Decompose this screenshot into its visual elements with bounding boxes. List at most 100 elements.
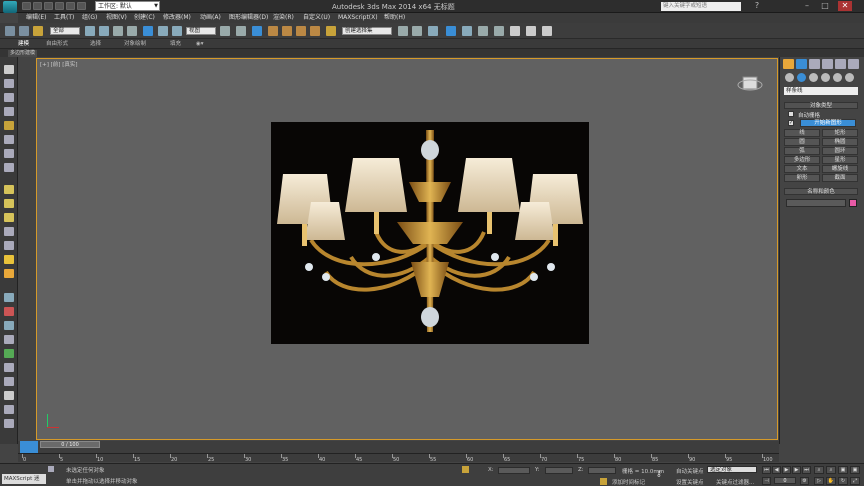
curve-editor-icon[interactable] <box>478 26 488 36</box>
select-by-name-icon[interactable] <box>99 26 109 36</box>
bind-space-warp-icon[interactable] <box>33 26 43 36</box>
tab-populate[interactable]: 填充 <box>170 39 181 49</box>
key-mode-dropdown[interactable]: 选定对象 <box>707 466 757 473</box>
y-coordinate-field[interactable] <box>545 467 573 474</box>
redo-icon[interactable] <box>66 2 75 10</box>
compound-icon[interactable] <box>4 377 14 386</box>
arc-button[interactable]: 弧 <box>784 147 820 155</box>
shapes-icon[interactable] <box>797 73 806 82</box>
rectangle-button[interactable]: 矩形 <box>822 129 858 137</box>
snaps-toggle-icon[interactable] <box>268 26 278 36</box>
scene-explorer-icon[interactable] <box>428 26 438 36</box>
modify-tab-icon[interactable] <box>796 59 807 69</box>
track-bar[interactable]: 0 5 10 15 20 25 30 35 40 45 50 55 60 65 70 75 80 85 90 95 10… <box>18 453 779 463</box>
next-frame-icon[interactable]: ▶ <box>792 466 801 474</box>
sun-icon[interactable] <box>4 269 14 278</box>
select-object-icon[interactable] <box>85 26 95 36</box>
ribbon-options-icon[interactable]: ◉▾ <box>196 39 204 49</box>
new-file-icon[interactable] <box>22 2 31 10</box>
z-coordinate-field[interactable] <box>588 467 616 474</box>
pyramid-icon[interactable] <box>4 199 14 208</box>
maximize-viewport-icon[interactable]: ⤢ <box>850 477 860 485</box>
play-icon[interactable]: ▶ <box>782 466 791 474</box>
key-mode-toggle-icon[interactable]: ⊣ <box>762 477 771 485</box>
sphere-gizmo-icon[interactable] <box>4 391 14 400</box>
text-button[interactable]: 文本 <box>784 165 820 173</box>
menu-create[interactable]: 创建(C) <box>134 13 155 23</box>
tube-icon[interactable] <box>4 163 14 172</box>
cone-icon[interactable] <box>4 135 14 144</box>
auto-grid-checkbox[interactable] <box>788 111 794 117</box>
utilities-tab-icon[interactable] <box>848 59 859 69</box>
geosphere-icon[interactable] <box>4 149 14 158</box>
keyboard-shortcut-override-icon[interactable] <box>252 26 262 36</box>
layer-manager-icon[interactable] <box>446 26 456 36</box>
menu-maxscript[interactable]: MAXScript(X) <box>338 13 378 23</box>
field-of-view-icon[interactable]: ▷ <box>814 477 824 485</box>
rectangular-selection-icon[interactable] <box>113 26 123 36</box>
select-scale-icon[interactable] <box>172 26 182 36</box>
angle-snap-icon[interactable] <box>282 26 292 36</box>
render-icon[interactable] <box>542 26 552 36</box>
timeline[interactable]: 0 / 100 <box>18 441 779 453</box>
zoom-extents-icon[interactable]: ▣ <box>838 466 848 474</box>
create-tab-icon[interactable] <box>783 59 794 69</box>
capsule-icon[interactable] <box>4 227 14 236</box>
light-icon[interactable] <box>4 255 14 264</box>
foliage-icon[interactable] <box>4 349 14 358</box>
menu-help[interactable]: 帮助(H) <box>384 13 405 23</box>
menu-tools[interactable]: 工具(T) <box>54 13 74 23</box>
search-input[interactable]: 键入关键字或短语 <box>661 2 741 11</box>
teapot-icon[interactable] <box>4 65 14 74</box>
key-icon[interactable]: ⚷ <box>656 470 668 478</box>
ellipse-button[interactable]: 椭圆 <box>822 138 858 146</box>
motion-tab-icon[interactable] <box>822 59 833 69</box>
ngon-button[interactable]: 多边形 <box>784 156 820 164</box>
menu-views[interactable]: 视图(V) <box>106 13 127 23</box>
section-button[interactable]: 截面 <box>822 174 858 182</box>
link-icon[interactable] <box>5 26 15 36</box>
viewport-label[interactable]: [+] [前] [真实] <box>40 60 77 68</box>
helper-icon[interactable] <box>4 307 14 316</box>
select-move-icon[interactable] <box>143 26 153 36</box>
minimize-button[interactable]: – <box>800 1 814 11</box>
hierarchy-tab-icon[interactable] <box>809 59 820 69</box>
tab-modeling[interactable]: 建模 <box>18 39 29 49</box>
menu-graph-editors[interactable]: 图形编辑器(D) <box>229 13 268 23</box>
menu-animation[interactable]: 动画(A) <box>200 13 221 23</box>
key-filters-button[interactable]: 关键点过滤器... <box>716 478 754 486</box>
menu-modifiers[interactable]: 修改器(M) <box>163 13 191 23</box>
circle-button[interactable]: 圆 <box>784 138 820 146</box>
spinner-snap-icon[interactable] <box>310 26 320 36</box>
tab-polygon-modeling[interactable]: 多边形建模 <box>8 50 38 57</box>
maxscript-listener[interactable]: MAXScript 迷 <box>2 474 46 484</box>
mirror-icon[interactable] <box>398 26 408 36</box>
hedra-icon[interactable] <box>4 213 14 222</box>
open-file-icon[interactable] <box>33 2 42 10</box>
space-warp-icon[interactable] <box>4 321 14 330</box>
display-tab-icon[interactable] <box>835 59 846 69</box>
menu-edit[interactable]: 编辑(E) <box>26 13 46 23</box>
add-time-tag[interactable]: 添加时间标记 <box>612 478 645 486</box>
maximize-button[interactable]: □ <box>818 1 832 11</box>
window-crossing-icon[interactable] <box>127 26 137 36</box>
help-icon[interactable]: ? <box>750 1 764 11</box>
viewport-front[interactable]: [+] [前] [真实] <box>36 58 778 440</box>
tab-object-paint[interactable]: 对象绘制 <box>124 39 146 49</box>
camera-icon[interactable] <box>4 293 14 302</box>
star-button[interactable]: 星形 <box>822 156 858 164</box>
spacewarps-icon[interactable] <box>845 73 854 82</box>
close-button[interactable]: ✕ <box>838 1 852 11</box>
zoom-icon[interactable]: ⌕ <box>814 466 824 474</box>
shape-category-dropdown[interactable]: 样条线 <box>784 87 858 95</box>
donut-button[interactable]: 圆环 <box>822 147 858 155</box>
auto-key-button[interactable]: 自动关键点 <box>676 467 704 475</box>
start-new-shape-button[interactable]: 开始新图形 <box>800 119 856 127</box>
lights-icon[interactable] <box>809 73 818 82</box>
cloth-icon[interactable] <box>4 419 14 428</box>
x-coordinate-field[interactable] <box>498 467 530 474</box>
box-icon[interactable] <box>4 79 14 88</box>
tab-freeform[interactable]: 自由形式 <box>46 39 68 49</box>
lock-selection-icon[interactable] <box>48 466 54 472</box>
zoom-extents-all-icon[interactable]: ▣ <box>850 466 860 474</box>
